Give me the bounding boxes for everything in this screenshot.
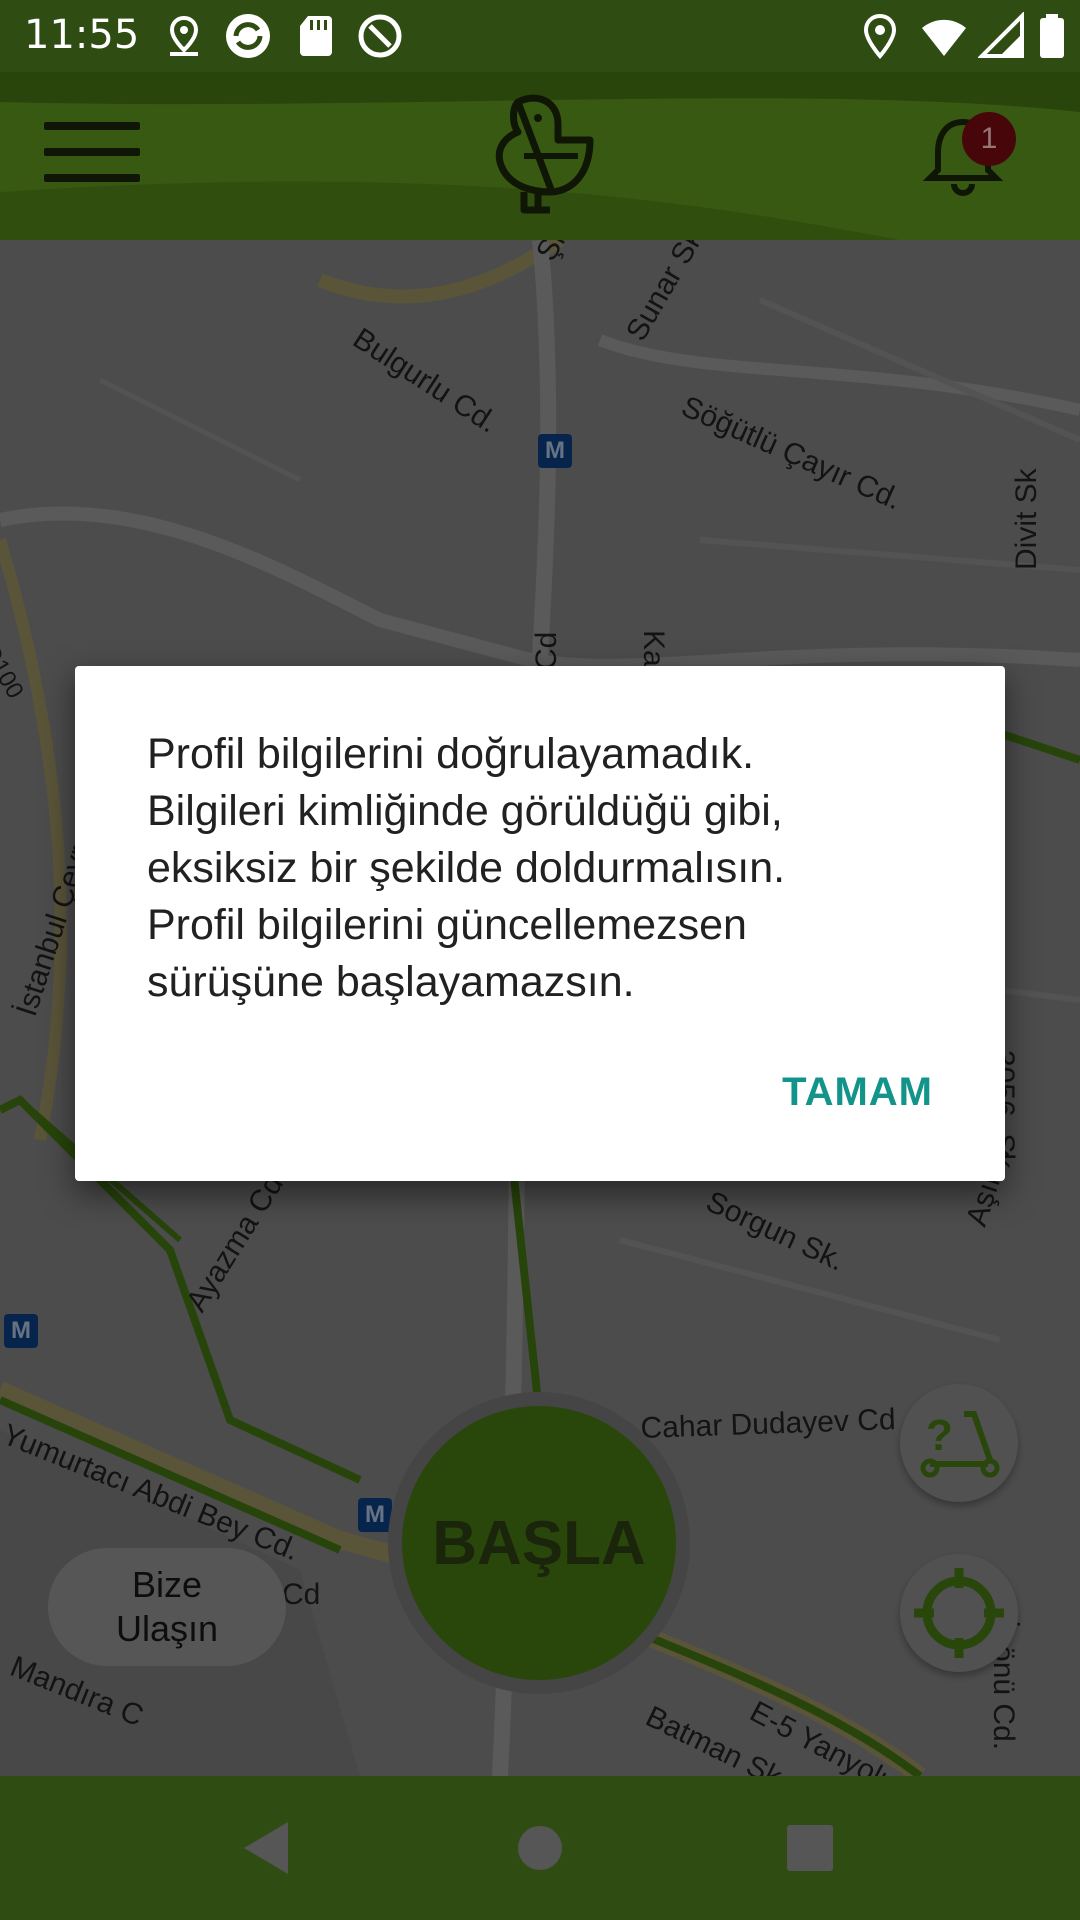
sync-icon bbox=[226, 14, 270, 58]
home-circle-icon[interactable] bbox=[510, 1818, 570, 1878]
sd-card-icon bbox=[300, 16, 332, 56]
location-icon bbox=[863, 13, 897, 60]
recents-square-icon[interactable] bbox=[780, 1818, 840, 1878]
dialog-message-line: eksiksiz bir şekilde doldurmalısın. bbox=[147, 844, 786, 892]
back-triangle-icon[interactable] bbox=[238, 1818, 298, 1878]
dialog-message: Profil bilgilerini doğrulayamadık. Bilgi… bbox=[147, 726, 947, 1011]
dialog-message-line: Profil bilgilerini güncellemezsen bbox=[147, 901, 747, 949]
wifi-icon bbox=[922, 19, 966, 56]
at-sign-icon bbox=[358, 14, 402, 58]
location-pin-icon bbox=[169, 15, 199, 56]
status-bar: 11:55 bbox=[0, 0, 1080, 72]
system-navigation-bar bbox=[0, 1776, 1080, 1920]
signal-icon bbox=[978, 12, 1024, 58]
dialog-message-line: Bilgileri kimliğinde görüldüğü gibi, bbox=[147, 787, 783, 835]
dialog-message-line: Profil bilgilerini doğrulayamadık. bbox=[147, 730, 755, 778]
dialog-message-line: sürüşüne başlayamazsın. bbox=[147, 958, 635, 1006]
ok-button[interactable]: TAMAM bbox=[782, 1070, 933, 1115]
battery-icon bbox=[1040, 14, 1064, 58]
profile-verification-dialog: Profil bilgilerini doğrulayamadık. Bilgi… bbox=[75, 666, 1005, 1181]
clock: 11:55 bbox=[24, 12, 140, 58]
